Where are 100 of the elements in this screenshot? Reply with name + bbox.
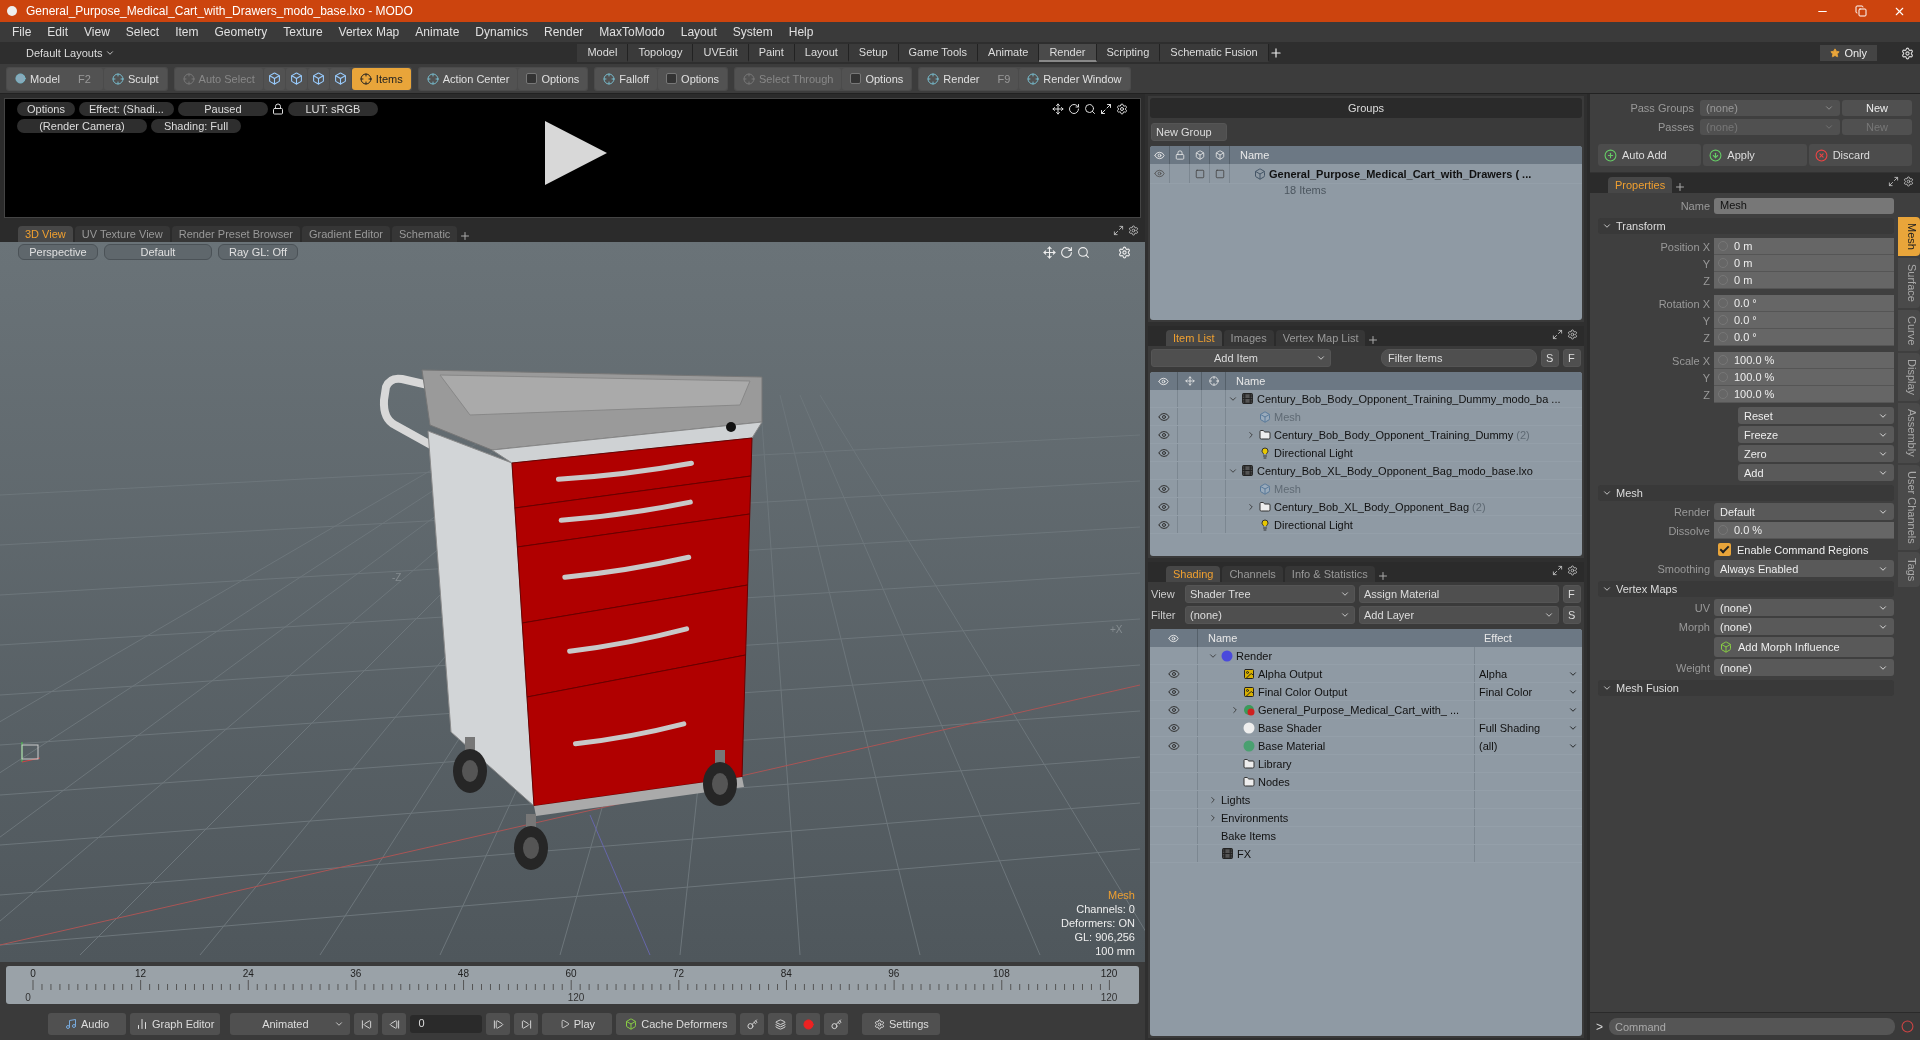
- filter-dropdown[interactable]: (none): [1185, 606, 1355, 624]
- eye-icon[interactable]: [1157, 410, 1170, 423]
- lock-icon[interactable]: [271, 103, 284, 115]
- panel-tab[interactable]: Item List: [1166, 330, 1222, 346]
- group-name[interactable]: General_Purpose_Medical_Cart_with_Drawers ( ...: [1269, 167, 1532, 180]
- value-field[interactable]: 100.0 %: [1714, 352, 1894, 369]
- item-name[interactable]: Final Color Output: [1258, 685, 1348, 698]
- cube-tool-button[interactable]: [285, 67, 307, 90]
- add-layer-dropdown[interactable]: Add Layer: [1359, 606, 1559, 624]
- tree-row[interactable]: Alpha Output Alpha: [1150, 665, 1582, 683]
- previous-frame-button[interactable]: [382, 1013, 407, 1035]
- add-item-dropdown[interactable]: Add Item: [1151, 349, 1331, 367]
- panel-tab[interactable]: Info & Statistics: [1284, 566, 1375, 582]
- eye-icon[interactable]: [1167, 703, 1180, 716]
- maximize-icon[interactable]: [1100, 103, 1112, 115]
- cube-tool-button[interactable]: [307, 67, 329, 90]
- eye-icon[interactable]: [1167, 685, 1180, 698]
- menu-item[interactable]: MaxToModo: [591, 25, 673, 39]
- rotate-icon[interactable]: [1068, 103, 1080, 115]
- item-name[interactable]: Century_Bob_XL_Body_Opponent_Bag: [1274, 500, 1470, 513]
- layout-tab[interactable]: Topology: [628, 44, 694, 62]
- value-field[interactable]: 0.0 °: [1714, 312, 1894, 329]
- collapse-caret-icon[interactable]: [1208, 812, 1218, 823]
- timeline-ruler[interactable]: 0 12 24 36 48 60 72 84 96 108 120 0 120 120: [6, 966, 1139, 1004]
- new-button[interactable]: New: [1842, 100, 1912, 116]
- layout-tab[interactable]: Model: [577, 44, 629, 62]
- menu-item[interactable]: Dynamics: [467, 25, 536, 39]
- collapse-caret-icon[interactable]: [1208, 794, 1218, 805]
- layout-tab[interactable]: Game Tools: [898, 44, 979, 62]
- tree-row[interactable]: Library: [1150, 755, 1582, 773]
- side-tab[interactable]: Display: [1898, 353, 1920, 402]
- menu-item[interactable]: View: [76, 25, 118, 39]
- assign-material-button[interactable]: Assign Material: [1359, 585, 1559, 603]
- settings-button[interactable]: Settings: [862, 1013, 941, 1035]
- move-icon[interactable]: [1052, 103, 1064, 115]
- eye-icon[interactable]: [1157, 482, 1170, 495]
- command-field[interactable]: Command: [1609, 1018, 1895, 1035]
- filter-toggle-button[interactable]: F: [1563, 585, 1581, 603]
- value-field[interactable]: 100.0 %: [1714, 369, 1894, 386]
- eye-icon[interactable]: [1157, 428, 1170, 441]
- eye-icon[interactable]: [1154, 168, 1165, 179]
- square-icon[interactable]: [1214, 168, 1225, 179]
- viewport-tab[interactable]: UV Texture View: [74, 226, 170, 242]
- maximize-icon[interactable]: [1888, 176, 1899, 187]
- side-tab[interactable]: User Channels: [1898, 464, 1920, 550]
- cache-deformers-button[interactable]: Cache Deformers: [616, 1013, 737, 1035]
- tree-row[interactable]: Century_Bob_Body_Opponent_Training_Dummy_modo_ba ...: [1150, 390, 1582, 408]
- name-field[interactable]: Mesh: [1714, 197, 1894, 214]
- paused-button[interactable]: Paused: [177, 102, 268, 116]
- menu-dropdown[interactable]: Zero: [1738, 445, 1894, 462]
- side-tab[interactable]: Assembly: [1898, 403, 1920, 463]
- eye-icon[interactable]: [1157, 518, 1170, 531]
- record-button[interactable]: [796, 1013, 821, 1035]
- item-name[interactable]: General_Purpose_Medical_Cart_with_ ...: [1258, 703, 1460, 716]
- discard-button[interactable]: Discard: [1808, 144, 1912, 166]
- collapse-caret-icon[interactable]: [1230, 704, 1240, 715]
- side-tab[interactable]: Surface: [1898, 257, 1920, 308]
- tree-row[interactable]: Render: [1150, 647, 1582, 665]
- filter-toggle-button[interactable]: S: [1541, 349, 1559, 367]
- panel-tab[interactable]: Vertex Map List: [1275, 330, 1366, 346]
- add-morph-button[interactable]: Add Morph Influence: [1714, 637, 1894, 657]
- menu-item[interactable]: Vertex Map: [330, 25, 408, 39]
- animation-mode-dropdown[interactable]: Animated: [230, 1013, 351, 1035]
- filter-toggle-button[interactable]: S: [1563, 606, 1581, 624]
- side-tab[interactable]: Curve: [1898, 309, 1920, 352]
- item-name[interactable]: Directional Light: [1274, 446, 1353, 459]
- menu-dropdown[interactable]: Add: [1738, 464, 1894, 481]
- item-name[interactable]: Base Shader: [1258, 721, 1322, 734]
- section-header[interactable]: Vertex Maps: [1598, 581, 1894, 597]
- shading-button[interactable]: Shading: Full: [151, 119, 241, 133]
- settings-icon[interactable]: [1128, 225, 1139, 236]
- panel-tab[interactable]: Channels: [1222, 566, 1283, 582]
- new-group-button[interactable]: New Group: [1151, 123, 1227, 141]
- zoom-icon[interactable]: [1084, 103, 1096, 115]
- layout-tab[interactable]: Animate: [978, 44, 1040, 62]
- item-name[interactable]: Century_Bob_XL_Body_Opponent_Bag_modo_base.lxo: [1257, 464, 1533, 477]
- view-dropdown[interactable]: Shader Tree: [1185, 585, 1355, 603]
- eye-icon[interactable]: [1157, 446, 1170, 459]
- item-name[interactable]: Directional Light: [1274, 518, 1353, 531]
- menu-item[interactable]: Layout: [672, 25, 725, 39]
- menu-item[interactable]: Animate: [407, 25, 468, 39]
- maximize-icon[interactable]: [1113, 225, 1124, 236]
- menu-item[interactable]: File: [4, 25, 40, 39]
- add-tab-icon[interactable]: [1376, 570, 1389, 582]
- section-header[interactable]: Mesh: [1598, 485, 1894, 501]
- tool-button[interactable]: Items: [351, 67, 411, 90]
- menu-item[interactable]: Help: [780, 25, 822, 39]
- lut-button[interactable]: LUT: sRGB: [287, 102, 378, 116]
- panel-tab[interactable]: Properties: [1608, 177, 1673, 193]
- side-tab[interactable]: Mesh: [1898, 217, 1920, 256]
- tool-button[interactable]: Render F9: [919, 67, 1019, 90]
- menu-dropdown[interactable]: Freeze: [1738, 426, 1894, 443]
- settings-icon[interactable]: [1567, 565, 1578, 576]
- filter-toggle-button[interactable]: F: [1563, 349, 1581, 367]
- dropdown[interactable]: (none): [1714, 618, 1894, 635]
- options-button[interactable]: Options: [17, 102, 75, 116]
- viewport-tab[interactable]: 3D View: [18, 226, 73, 242]
- settings-icon[interactable]: [1903, 176, 1914, 187]
- value-field[interactable]: 0.0 °: [1714, 295, 1894, 312]
- side-tab[interactable]: Tags: [1898, 551, 1920, 587]
